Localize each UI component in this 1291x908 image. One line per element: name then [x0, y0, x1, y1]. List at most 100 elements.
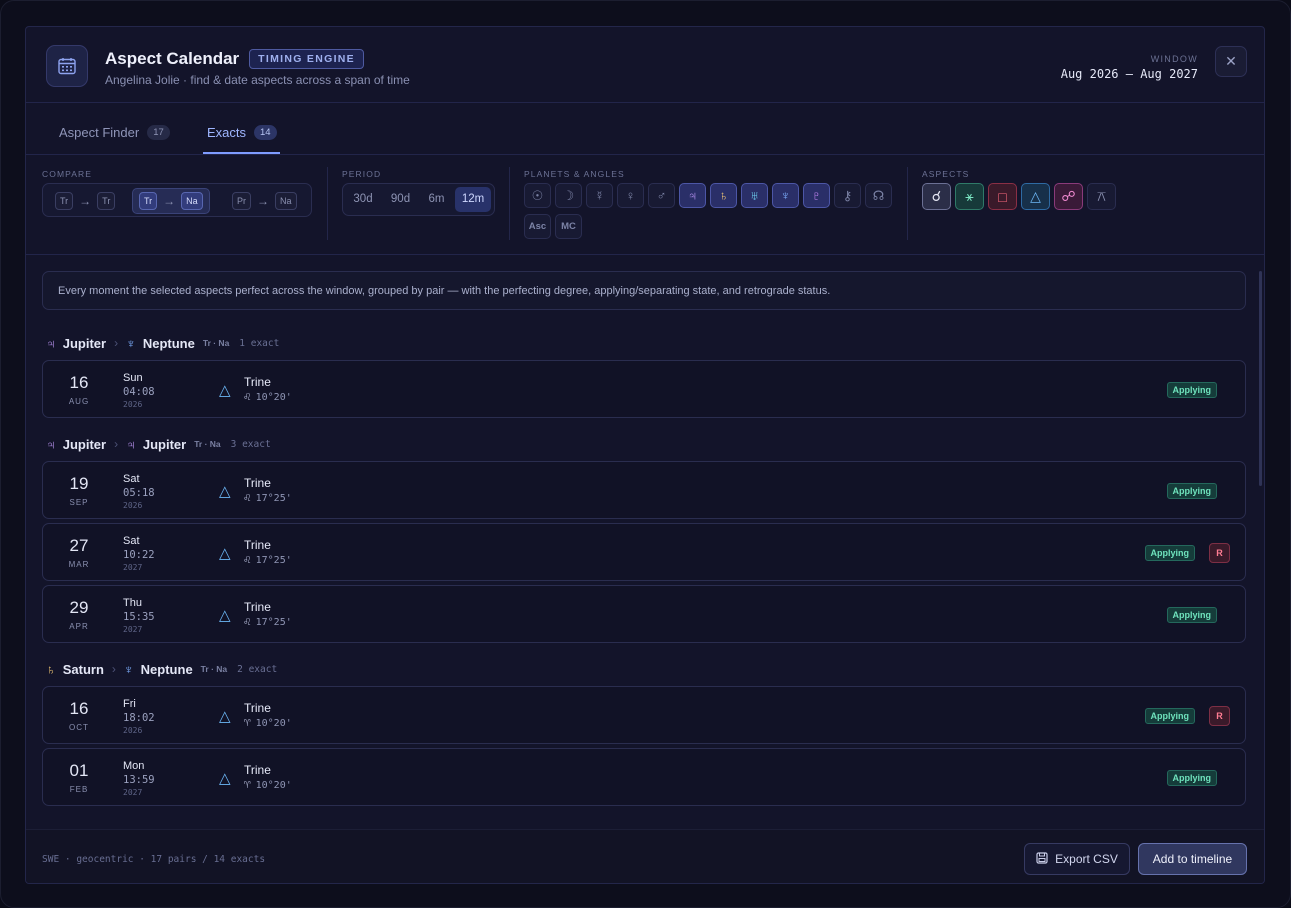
- exact-row[interactable]: 16 OCT Fri 18:02 2026 △ Trine ♈ 10°20' Applying R: [42, 686, 1246, 744]
- aspect-toggle-trine[interactable]: △: [1021, 183, 1050, 210]
- aspect-toggle-quincunx[interactable]: ⚻: [1087, 183, 1116, 210]
- compare-chip: Pr: [232, 192, 251, 210]
- chevron-right-icon: ›: [111, 662, 116, 676]
- exact-row[interactable]: 16 AUG Sun 04:08 2026 △ Trine ♌ 10°20' Applying: [42, 360, 1246, 418]
- planet-glyph-icon: ♃: [126, 436, 136, 452]
- exact-weekday: Mon: [123, 760, 145, 772]
- aspect-toggle-sextile[interactable]: ⚹: [955, 183, 984, 210]
- perfecting-degree: ♈ 10°20': [244, 716, 292, 729]
- tab-aspect-finder[interactable]: Aspect Finder 17: [59, 125, 170, 140]
- planet-toggle-jupiter[interactable]: ♃: [679, 183, 706, 208]
- planet-toggle-chiron[interactable]: ⚷: [834, 183, 861, 208]
- add-to-timeline-button[interactable]: Add to timeline: [1138, 843, 1247, 875]
- aspect-toggle-square[interactable]: □: [988, 183, 1017, 210]
- planet-glyph-icon: ♃: [46, 335, 56, 351]
- pair-group-header[interactable]: ♄ Saturn › ♆ Neptune Tr · Na 2 exact: [46, 660, 277, 678]
- pair-group-header[interactable]: ♃ Jupiter › ♆ Neptune Tr · Na 1 exact: [46, 334, 279, 352]
- perfecting-degree: ♌ 17°25': [244, 491, 292, 504]
- scrollbar-thumb[interactable]: [1259, 271, 1262, 486]
- planet-toggle-node[interactable]: ☊: [865, 183, 892, 208]
- period-6m[interactable]: 6m: [420, 187, 453, 212]
- exact-row[interactable]: 27 MAR Sat 10:22 2027 △ Trine ♌ 17°25' Applying R: [42, 523, 1246, 581]
- zodiac-sign-icon: ♌: [244, 390, 251, 403]
- planet-toggle-neptune[interactable]: ♆: [772, 183, 799, 208]
- planet-toggle-moon[interactable]: ☽: [555, 183, 582, 208]
- compare-label: COMPARE: [42, 169, 93, 179]
- tab-exacts[interactable]: Exacts 14: [207, 125, 277, 140]
- degree-value: 10°20': [255, 718, 292, 729]
- export-csv-label: Export CSV: [1055, 852, 1118, 866]
- status-badge: Applying: [1144, 545, 1195, 561]
- planet-toggle-venus[interactable]: ♀: [617, 183, 644, 208]
- compare-selector: Tr → Tr Tr → Na Pr → Na: [42, 183, 312, 217]
- planet-toggle-mars[interactable]: ♂: [648, 183, 675, 208]
- zodiac-sign-icon: ♈: [244, 716, 251, 729]
- planet-toggle-midheaven[interactable]: MC: [555, 214, 582, 239]
- zodiac-sign-icon: ♌: [244, 615, 251, 628]
- tab-count: 14: [254, 125, 277, 140]
- export-csv-button[interactable]: Export CSV: [1024, 843, 1130, 875]
- planet-name: Jupiter: [62, 436, 107, 452]
- exact-day: 01: [69, 761, 89, 780]
- trine-icon: △: [219, 545, 231, 562]
- chevron-right-icon: ›: [114, 437, 119, 451]
- exact-time: 13:59: [123, 774, 155, 786]
- aspect-name: Trine: [244, 701, 271, 715]
- aspect-toggle-opposition[interactable]: ☍: [1054, 183, 1083, 210]
- aspect-name: Trine: [244, 476, 271, 490]
- trine-icon: △: [219, 607, 231, 624]
- compare-pr-na[interactable]: Pr → Na: [226, 188, 303, 214]
- planet-glyph-icon: ♄: [46, 661, 56, 677]
- aspect-toggle-conjunction[interactable]: ☌: [922, 183, 951, 210]
- planet-toggle-pluto[interactable]: ♇: [803, 183, 830, 208]
- exact-day: 16: [69, 699, 89, 718]
- planets-label: PLANETS & ANGLES: [524, 169, 625, 179]
- exact-row[interactable]: 01 FEB Mon 13:59 2027 △ Trine ♈ 10°20' Applying: [42, 748, 1246, 806]
- pair-group-header[interactable]: ♃ Jupiter › ♃ Jupiter Tr · Na 3 exact: [46, 435, 271, 453]
- planet-toggle-uranus[interactable]: ♅: [741, 183, 768, 208]
- close-button[interactable]: ✕: [1215, 46, 1247, 77]
- exact-year: 2026: [123, 501, 143, 510]
- period-30d[interactable]: 30d: [346, 187, 380, 212]
- pair-tag: Tr · Na: [200, 664, 228, 674]
- exact-day: 19: [69, 474, 89, 493]
- compare-tr-na[interactable]: Tr → Na: [132, 188, 210, 214]
- window-label: WINDOW: [1150, 54, 1198, 64]
- planet-glyph-icon: ♆: [123, 661, 134, 677]
- period-90d[interactable]: 90d: [382, 187, 419, 212]
- exact-weekday: Sun: [123, 372, 143, 384]
- perfecting-degree: ♈ 10°20': [244, 778, 292, 791]
- exacts-list[interactable]: Every moment the selected aspects perfec…: [26, 256, 1264, 829]
- status-badge: Applying: [1166, 607, 1217, 623]
- perfecting-degree: ♌ 17°25': [244, 553, 292, 566]
- exact-time: 05:18: [123, 487, 155, 499]
- exact-time: 15:35: [123, 611, 155, 623]
- planet-toggle-sun[interactable]: ☉: [524, 183, 551, 208]
- planet-toggle-saturn[interactable]: ♄: [710, 183, 737, 208]
- exact-time: 10:22: [123, 549, 155, 561]
- zodiac-sign-icon: ♈: [244, 778, 251, 791]
- compare-tr-tr[interactable]: Tr → Tr: [49, 188, 121, 214]
- exact-day: 29: [69, 598, 89, 617]
- chevron-right-icon: ›: [114, 336, 119, 350]
- period-label: PERIOD: [342, 169, 382, 179]
- pair-tag: Tr · Na: [202, 338, 230, 348]
- period-12m[interactable]: 12m: [455, 187, 491, 212]
- arrow-right-icon: →: [257, 194, 269, 208]
- exact-row[interactable]: 19 SEP Sat 05:18 2026 △ Trine ♌ 17°25' Applying: [42, 461, 1246, 519]
- exact-time: 18:02: [123, 712, 155, 724]
- arrow-right-icon: →: [163, 194, 176, 208]
- trine-icon: △: [219, 382, 231, 399]
- degree-value: 17°25': [255, 555, 292, 566]
- exact-weekday: Thu: [123, 597, 142, 609]
- exact-row[interactable]: 29 APR Thu 15:35 2027 △ Trine ♌ 17°25' Applying: [42, 585, 1246, 643]
- exact-year: 2026: [123, 726, 143, 735]
- degree-value: 10°20': [255, 392, 292, 403]
- calendar-icon: [46, 45, 88, 87]
- planet-toggle-ascendant[interactable]: Asc: [524, 214, 551, 239]
- planet-glyph-icon: ♃: [46, 436, 56, 452]
- exact-count: 2 exact: [237, 663, 278, 675]
- planet-toggle-mercury[interactable]: ☿: [586, 183, 613, 208]
- exact-month: FEB: [69, 785, 89, 794]
- aspect-name: Trine: [244, 763, 271, 777]
